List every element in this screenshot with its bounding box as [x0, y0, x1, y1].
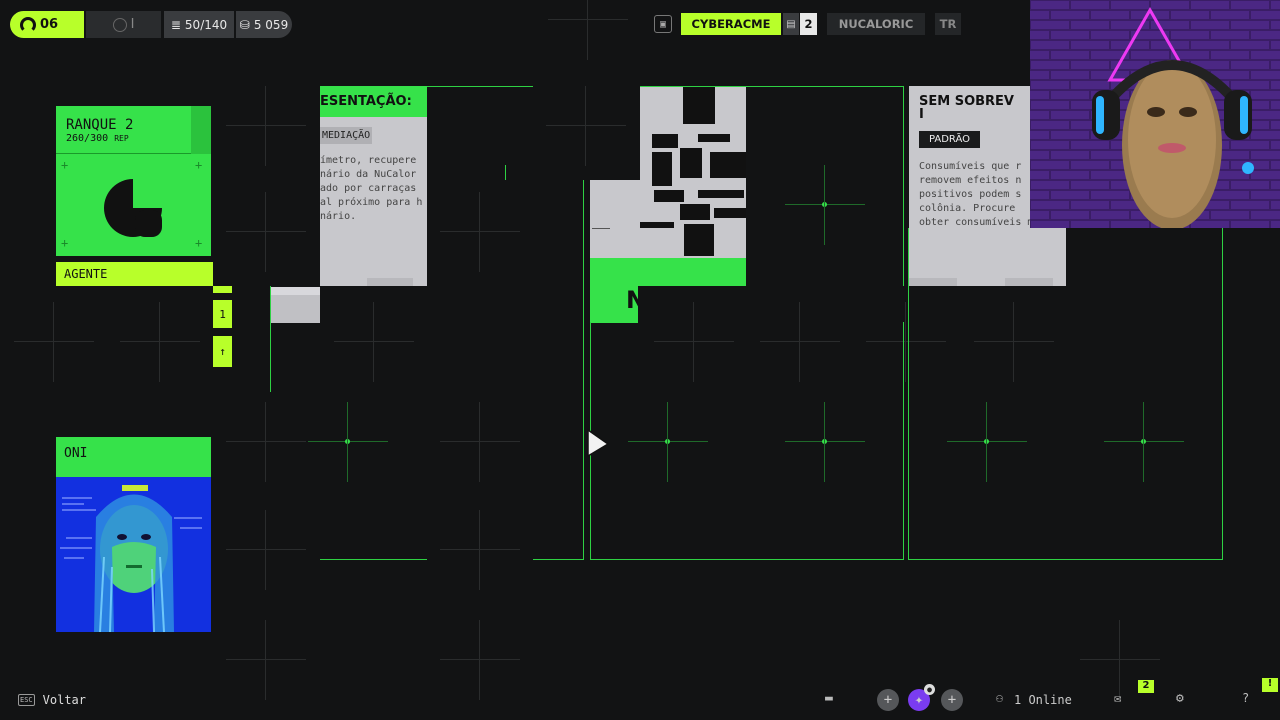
panel-tab: [367, 278, 413, 286]
chat-icon[interactable]: ▬: [825, 691, 833, 706]
back-button[interactable]: ESC Voltar: [18, 693, 86, 707]
briefing-chip: MEDIAÇÃO: [320, 127, 373, 144]
glitch-strip: [590, 258, 746, 286]
back-label: Voltar: [42, 693, 87, 707]
mouse-cursor-icon: [587, 428, 610, 458]
mission-frame: [908, 228, 1223, 560]
help-icon[interactable]: ?: [1242, 691, 1249, 705]
faction-indicator[interactable]: I: [86, 11, 161, 38]
faction-mark: I: [130, 17, 135, 32]
glitch-panel: [640, 86, 746, 286]
rank-rep: 260/300 REP: [66, 133, 201, 144]
people-icon: ⚇: [996, 691, 1004, 705]
fragment-text: N: [626, 286, 638, 314]
credits-counter: ⛁ 5 059: [236, 11, 292, 38]
corner-plus-icon: +: [61, 158, 69, 172]
briefing-line: al próximo para h: [320, 197, 423, 208]
add-left-button[interactable]: +: [877, 689, 899, 711]
bottom-bar: ESC Voltar ▬ ⚇ 1 Online ✉ ⚙ ?: [0, 682, 1280, 720]
level-value: 06: [40, 17, 59, 32]
briefing-text: ímetro, recupere nário da NuCalor ado po…: [320, 144, 427, 224]
glitch-block: [590, 180, 640, 258]
rank-header: RANQUE 2 260/300 REP: [56, 106, 211, 154]
frame-line: [427, 86, 533, 87]
tab-truncated[interactable]: TR: [935, 13, 961, 35]
frame-line: [640, 86, 904, 87]
frame-line: [903, 86, 904, 286]
credits-value: 5 059: [253, 17, 289, 32]
webcam-overlay: [1030, 0, 1280, 228]
credits-icon: ⛁: [239, 17, 250, 32]
mail-icon[interactable]: ✉: [1114, 691, 1121, 705]
faction-icon: [112, 17, 127, 32]
glitch-strip: N: [590, 286, 638, 323]
list-icon: ≣: [170, 17, 181, 32]
operator-portrait: [56, 477, 211, 632]
frame-line: [270, 286, 271, 392]
frame-line: [583, 180, 584, 560]
corner-plus-icon: +: [61, 236, 69, 250]
rep-unit: REP: [114, 134, 129, 143]
level-indicator: 06: [10, 11, 84, 38]
document-icon[interactable]: ▤: [783, 13, 799, 35]
mail-badge: 2: [1138, 680, 1154, 693]
side-tick: [213, 286, 232, 293]
glitch-block: [270, 287, 320, 323]
frame-line: [320, 559, 427, 560]
frame-line: [533, 559, 584, 560]
settings-gear-icon[interactable]: ⚙: [1176, 691, 1184, 706]
survival-chip: PADRÃO: [919, 131, 981, 148]
briefing-line: nário.: [320, 211, 357, 222]
level-ring-icon: [20, 16, 36, 33]
rank-title: RANQUE 2: [66, 117, 134, 133]
alert-badge: !: [1262, 678, 1278, 692]
rep-value: 260/300: [66, 133, 109, 144]
side-level-button[interactable]: 1: [213, 300, 232, 328]
missions-counter: ≣ 50/140: [164, 11, 234, 38]
briefing-line: ado por carraças: [320, 183, 417, 194]
missions-value: 50/140: [184, 17, 228, 32]
briefing-title: ESENTAÇÃO:: [320, 86, 427, 117]
rank-logo-icon: [104, 179, 162, 237]
tab-count-badge: 2: [800, 13, 817, 35]
operator-card[interactable]: ONI: [56, 437, 211, 632]
briefing-panel[interactable]: ESENTAÇÃO: MEDIAÇÃO ímetro, recupere nár…: [320, 86, 427, 286]
mic-icon: ●: [924, 684, 935, 695]
corner-plus-icon: +: [195, 158, 203, 172]
add-right-button[interactable]: +: [941, 689, 963, 711]
corner-plus-icon: +: [195, 236, 203, 250]
tab-cyberacme[interactable]: CYBERACME: [681, 13, 781, 35]
role-label: AGENTE: [56, 262, 213, 286]
up-arrow-button[interactable]: ↑: [213, 336, 232, 367]
briefing-line: ímetro, recupere: [320, 155, 417, 166]
rank-card[interactable]: RANQUE 2 260/300 REP + + + +: [56, 106, 211, 256]
online-count: 1 Online: [1014, 693, 1072, 707]
operator-name: ONI: [64, 446, 88, 461]
esc-key-icon: ESC: [18, 694, 35, 706]
rank-strip: [191, 106, 211, 154]
frame-line: [505, 165, 506, 180]
briefing-line: nário da NuCalor: [320, 169, 417, 180]
mission-frame: [590, 322, 904, 560]
tab-nucaloric[interactable]: NUCALORIC: [827, 13, 925, 35]
screen-icon[interactable]: ▣: [654, 15, 672, 33]
